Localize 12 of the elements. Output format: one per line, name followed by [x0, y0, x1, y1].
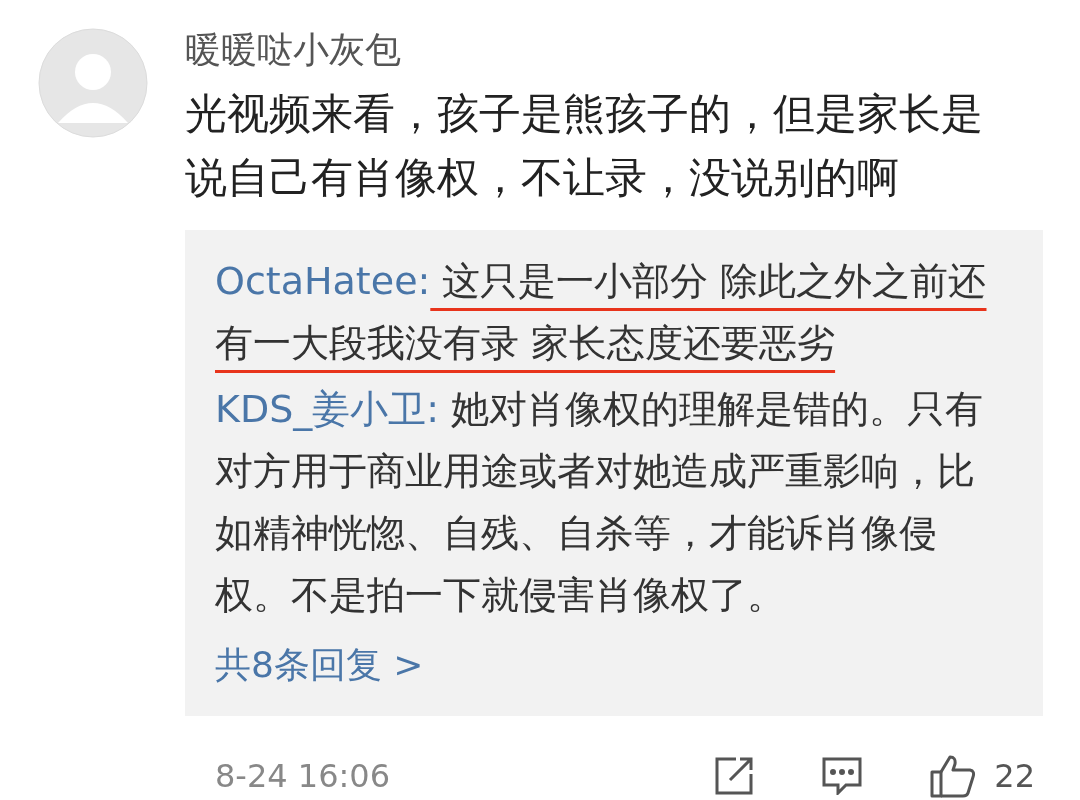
more-replies-link[interactable]: 共8条回复 > [215, 634, 993, 696]
username[interactable]: 暖暖哒小灰包 [185, 26, 1043, 74]
like-count: 22 [994, 756, 1035, 797]
comment-time: 8-24 16:06 [215, 756, 390, 797]
comment-icon[interactable] [822, 757, 863, 795]
user-link[interactable]: OctaHatee: [215, 259, 431, 303]
reply-text: OctaHatee: 这只是一小部分 除此之外之前还有一大段我没有录 家长态度还要恶劣 [215, 258, 988, 367]
user-link[interactable]: KDS_姜小卫: [215, 387, 440, 431]
thumbs-up-icon[interactable] [930, 754, 977, 798]
share-icon[interactable] [714, 756, 755, 796]
reply-text: KDS_姜小卫: 她对肖像权的理解是错的。只有对方用于商业用途或者对她造成严重影响，比如精神恍惚、自残、自杀等，才能诉肖像侵权。不是拍一下就侵害肖像权了。 [215, 386, 985, 619]
comment-text: 光视频来看，孩子是熊孩子的，但是家长是说自己有肖像权，不让录，没说别的啊 [185, 88, 984, 204]
